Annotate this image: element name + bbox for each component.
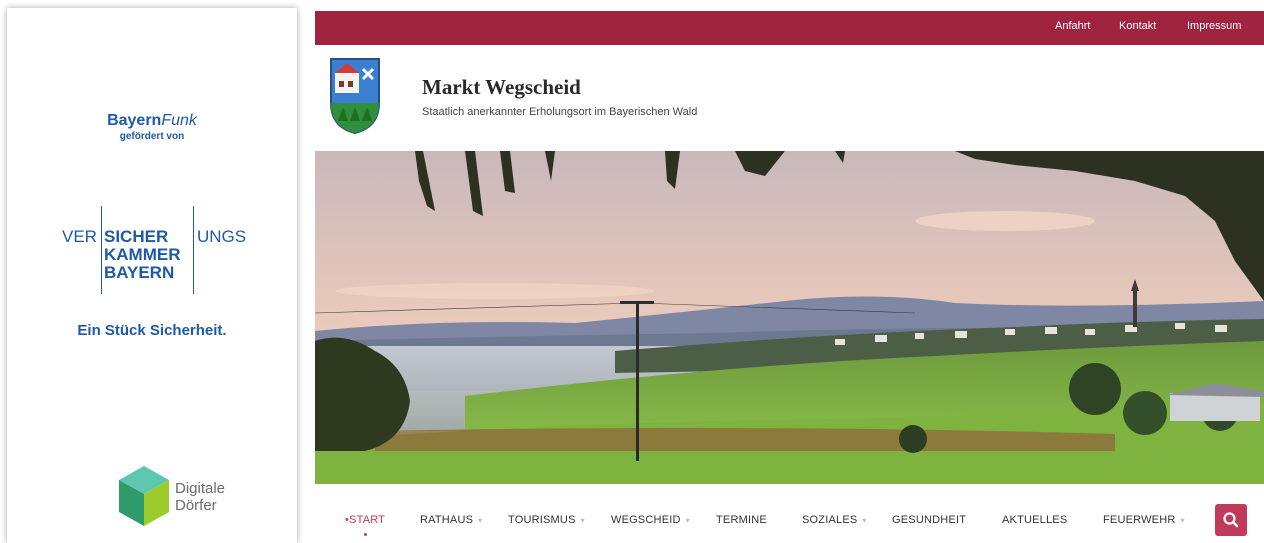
nav-item-start[interactable]: •START: [345, 514, 385, 526]
landscape-photo: [315, 151, 1264, 484]
bayernfunk-sub: gefördert von: [119, 131, 185, 142]
topbar-link-kontakt[interactable]: Kontakt: [1119, 20, 1156, 32]
chevron-down-icon: ▾: [862, 516, 867, 525]
site-header: Markt Wegscheid Staatlich anerkannter Er…: [315, 45, 1264, 151]
bayernfunk-italic: Funk: [161, 112, 197, 129]
vkb-divider-left: [101, 206, 102, 294]
dd-line2: Dörfer: [175, 497, 217, 514]
vkb-divider-right: [193, 206, 194, 294]
hero-image: [315, 151, 1264, 484]
main-nav: •START RATHAUS ▾ TOURISMUS ▾ WEGSCHEID ▾ TE…: [315, 484, 1264, 543]
vkb-kammer: KAMMER: [104, 245, 181, 264]
dd-line1: Digitale: [175, 480, 226, 497]
chevron-down-icon: ▾: [478, 516, 483, 525]
topbar-link-anfahrt[interactable]: Anfahrt: [1055, 20, 1090, 32]
nav-label-gesundheit: GESUNDHEIT: [892, 514, 967, 526]
vkb-slogan: Ein Stück Sicherheit.: [77, 322, 227, 339]
vkb-sicher: SICHER: [104, 227, 169, 246]
nav-item-soziales[interactable]: SOZIALES ▾: [802, 514, 867, 526]
bayernfunk-main: Bayern: [107, 112, 162, 129]
nav-item-aktuelles[interactable]: AKTUELLES: [1002, 514, 1067, 526]
top-bar: Anfahrt Kontakt Impressum: [315, 11, 1264, 45]
vkb-ungs: UNGS: [197, 227, 247, 246]
search-icon: [1223, 512, 1239, 528]
nav-item-tourismus[interactable]: TOURISMUS ▾: [508, 514, 585, 526]
cube-logo-icon: [119, 466, 169, 526]
search-button[interactable]: [1215, 504, 1247, 536]
chevron-down-icon: ▾: [685, 516, 690, 525]
bayernfunk-logo[interactable]: BayernFunk gefördert von: [7, 112, 297, 142]
nav-label-wegscheid: WEGSCHEID: [611, 514, 681, 526]
nav-item-rathaus[interactable]: RATHAUS ▾: [420, 514, 482, 526]
nav-item-gesundheit[interactable]: GESUNDHEIT: [892, 514, 966, 526]
nav-label-soziales: SOZIALES: [802, 514, 858, 526]
nav-label-termine: TERMINE: [716, 514, 767, 526]
vkb-bayern: BAYERN: [104, 263, 175, 282]
nav-label-aktuelles: AKTUELLES: [1002, 514, 1068, 526]
nav-label-rathaus: RATHAUS: [420, 514, 474, 526]
nav-label-tourismus: TOURISMUS: [508, 514, 576, 526]
sponsor-panel: BayernFunk gefördert von VER SICHER UNGS…: [7, 8, 297, 543]
site-title[interactable]: Markt Wegscheid: [422, 75, 581, 100]
nav-item-feuerwehr[interactable]: FEUERWEHR ▾: [1103, 514, 1185, 526]
nav-label-start: •START: [345, 514, 386, 526]
coat-of-arms-icon[interactable]: [329, 57, 381, 135]
vkb-ver: VER: [62, 227, 97, 246]
nav-label-feuerwehr: FEUERWEHR: [1103, 514, 1176, 526]
digitale-doerfer-logo[interactable]: Digitale Dörfer: [117, 464, 257, 530]
page: BayernFunk gefördert von VER SICHER UNGS…: [0, 0, 1264, 543]
chevron-down-icon: ▾: [580, 516, 585, 525]
nav-item-wegscheid[interactable]: WEGSCHEID ▾: [611, 514, 690, 526]
site-subtitle: Staatlich anerkannter Erholungsort im Ba…: [422, 106, 698, 118]
topbar-link-impressum[interactable]: Impressum: [1187, 20, 1241, 32]
nav-item-termine[interactable]: TERMINE: [716, 514, 767, 526]
vkb-logo[interactable]: VER SICHER UNGS KAMMER BAYERN: [62, 206, 252, 304]
chevron-down-icon: ▾: [1180, 516, 1185, 525]
active-indicator-dot: [364, 533, 367, 536]
